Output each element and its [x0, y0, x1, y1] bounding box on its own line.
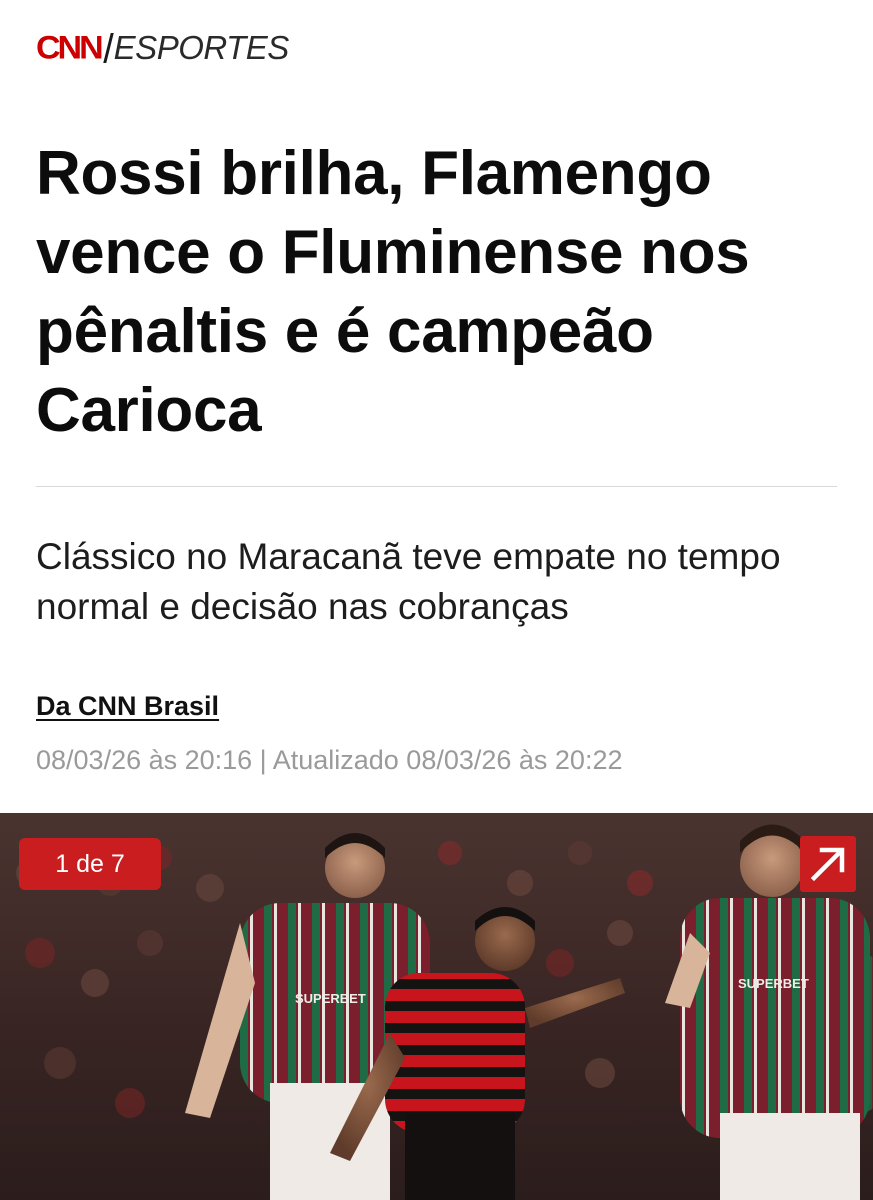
- sponsor-text: SUPERBET: [738, 976, 809, 991]
- cnn-logo: CNN: [36, 29, 104, 67]
- headline-divider: [36, 486, 837, 487]
- cnn-esportes-logo[interactable]: CNN ESPORTES: [36, 28, 289, 68]
- logo-divider: [102, 33, 114, 63]
- sponsor-text: SUPERBET: [295, 991, 366, 1006]
- publish-timestamp: 08/03/26 às 20:16 | Atualizado 08/03/26 …: [36, 745, 623, 775]
- expand-button[interactable]: [800, 836, 856, 892]
- arrow-up-right-icon: [810, 847, 845, 882]
- author-byline-link[interactable]: Da CNN Brasil: [36, 688, 219, 724]
- article-subheadline: Clássico no Maracanã teve empate no temp…: [36, 536, 781, 627]
- gallery-counter-badge: 1 de 7: [19, 838, 161, 890]
- article-headline: Rossi brilha, Flamengo vence o Fluminens…: [36, 139, 750, 445]
- section-name: ESPORTES: [113, 29, 290, 66]
